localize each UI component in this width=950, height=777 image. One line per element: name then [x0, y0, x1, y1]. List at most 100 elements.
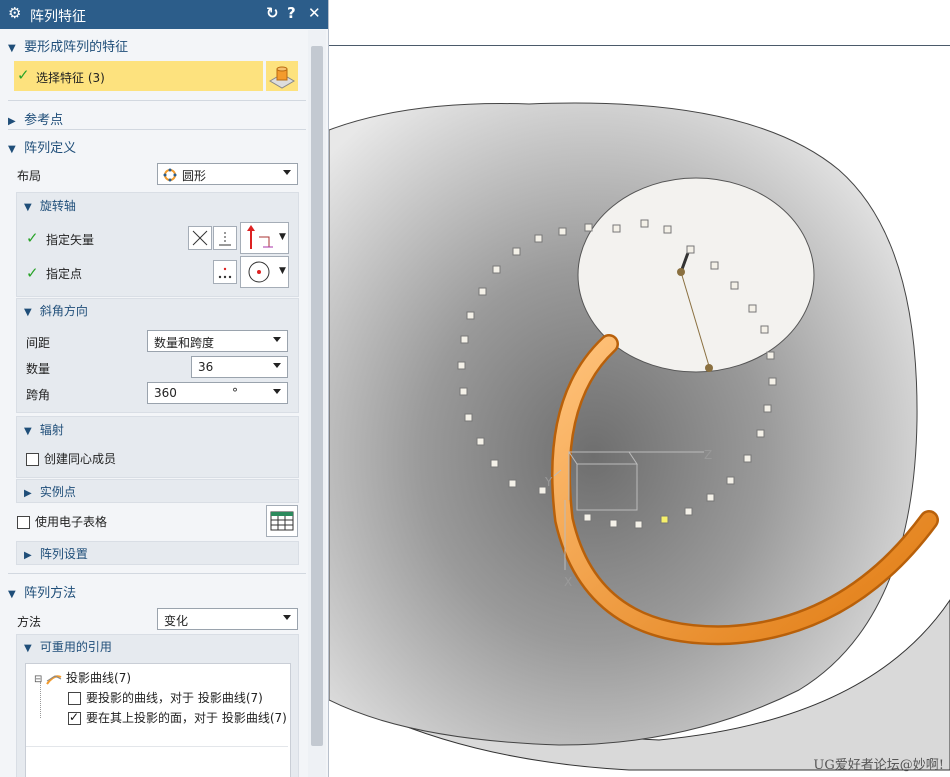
vector-direction-button[interactable]	[240, 222, 278, 254]
count-input[interactable]: 36	[191, 356, 288, 378]
section-define-header[interactable]: ▼ 阵列定义	[8, 137, 306, 156]
reusable-header[interactable]: ▼ 可重用的引用	[24, 638, 322, 655]
chevron-right-icon: ▶	[8, 116, 16, 127]
tree-item2-label: 要在其上投影的面，对于 投影曲线(7)	[86, 711, 287, 725]
vector-icon	[192, 230, 208, 246]
check-icon: ✓	[26, 229, 39, 247]
spreadsheet-button[interactable]	[266, 505, 298, 537]
dialog-title: 阵列特征	[30, 9, 86, 25]
spacing-label: 间距	[26, 336, 51, 350]
divider	[8, 100, 306, 101]
span-value: 360	[154, 386, 177, 400]
divider	[8, 573, 306, 574]
spacing-value: 数量和跨度	[154, 336, 215, 350]
concentric-checkbox[interactable]: 创建同心成员	[26, 450, 116, 467]
close-button[interactable]: ✕	[308, 4, 321, 22]
checkbox-checked-icon	[68, 710, 81, 725]
instance-title: 实例点	[39, 485, 76, 499]
radial-header[interactable]: ▼ 辐射	[24, 421, 322, 438]
check-icon: ✓	[26, 264, 39, 282]
pitch-header[interactable]: ▼ 斜角方向	[24, 302, 322, 319]
reverse-direction-icon	[247, 225, 273, 249]
dialog-titlebar: ⚙ 阵列特征 ↻ ? ✕	[0, 0, 328, 29]
table-icon	[270, 511, 294, 531]
span-unit: °	[232, 386, 238, 400]
section-features-header[interactable]: ▼ 要形成阵列的特征	[8, 36, 306, 55]
divider	[26, 746, 288, 747]
count-label: 数量	[26, 362, 51, 376]
model-scene: Z Y X	[329, 102, 950, 771]
reset-button[interactable]: ↻	[266, 4, 279, 22]
tree-line	[40, 682, 42, 718]
select-feature-label: 选择特征 (3)	[36, 71, 105, 85]
axis-x-label: X	[564, 575, 572, 589]
concentric-label: 创建同心成员	[44, 452, 117, 466]
divider	[8, 129, 306, 130]
chevron-down-icon: ▼	[8, 144, 16, 155]
section-ref-title: 参考点	[24, 113, 64, 128]
point-menu-button[interactable]: ▼	[277, 256, 289, 288]
dropdown-arrow-icon	[273, 337, 281, 342]
dropdown-arrow-icon: ▼	[279, 266, 286, 276]
instance-header[interactable]: ▶ 实例点	[24, 483, 322, 500]
dropdown-arrow-icon	[283, 170, 291, 175]
layout-select[interactable]: 圆形	[157, 163, 298, 185]
chevron-down-icon: ▼	[24, 643, 32, 654]
point-icon	[218, 267, 232, 279]
dropdown-arrow-icon	[273, 389, 281, 394]
axis-y-label: Y	[544, 475, 553, 489]
axis-z-label: Z	[704, 448, 712, 462]
vector-label: 指定矢量	[46, 233, 95, 247]
point-label: 指定点	[46, 267, 83, 281]
center-point	[677, 268, 685, 276]
section-features-title: 要形成阵列的特征	[24, 40, 129, 55]
tree-root-label: 投影曲线(7)	[66, 671, 132, 685]
span-input[interactable]: 360 °	[147, 382, 288, 404]
method-value: 变化	[164, 614, 189, 628]
vector-menu-button[interactable]: ▼	[277, 222, 289, 254]
point-dialog-button[interactable]	[213, 260, 237, 284]
select-feature-row[interactable]: ✓ 选择特征 (3)	[14, 61, 263, 91]
dialog-scrollbar[interactable]	[308, 30, 326, 777]
chevron-down-icon: ▼	[8, 43, 16, 54]
rot-axis-title: 旋转轴	[39, 199, 76, 213]
span-label: 跨角	[26, 388, 51, 402]
chevron-right-icon: ▶	[24, 488, 32, 499]
spacing-select[interactable]: 数量和跨度	[147, 330, 288, 352]
check-icon: ✓	[17, 66, 30, 84]
section-ref-header[interactable]: ▶ 参考点	[8, 109, 306, 128]
tree-item-curves[interactable]: 要投影的曲线，对于 投影曲线(7)	[68, 689, 263, 706]
inferred-vector-button[interactable]	[213, 226, 237, 250]
reusable-title: 可重用的引用	[39, 640, 112, 654]
count-value: 36	[198, 360, 214, 374]
pitch-title: 斜角方向	[39, 304, 88, 318]
reusable-tree[interactable]: ⊟ 投影曲线(7) 要投影的曲线，对于 投影曲线(7) 要在其上投影的面，对于 …	[25, 663, 291, 777]
spreadsheet-checkbox[interactable]: 使用电子表格	[17, 513, 107, 530]
section-define-title: 阵列定义	[24, 141, 77, 156]
rot-axis-header[interactable]: ▼ 旋转轴	[24, 197, 322, 214]
chevron-right-icon: ▶	[24, 550, 32, 561]
tree-root[interactable]: ⊟ 投影曲线(7)	[34, 669, 131, 686]
projected-curve-icon	[46, 674, 62, 685]
circle-center-icon	[248, 261, 270, 283]
point-type-button[interactable]	[240, 256, 278, 288]
section-method-header[interactable]: ▼ 阵列方法	[8, 582, 306, 601]
spreadsheet-label: 使用电子表格	[35, 515, 108, 529]
circular-layout-icon	[163, 168, 177, 182]
chevron-down-icon: ▼	[24, 307, 32, 318]
section-method-title: 阵列方法	[24, 586, 77, 601]
method-label: 方法	[17, 615, 42, 629]
vector-dialog-button[interactable]	[188, 226, 212, 250]
help-button[interactable]: ?	[287, 4, 296, 22]
checkbox-icon	[26, 453, 39, 466]
settings-header[interactable]: ▶ 阵列设置	[24, 545, 322, 562]
feature-cylinder-icon	[269, 66, 295, 89]
chevron-down-icon: ▼	[24, 202, 32, 213]
feature-select-button[interactable]	[266, 61, 298, 91]
graphics-viewport[interactable]: Z Y X UG爱好者论坛@妙啊!	[329, 0, 950, 777]
gear-icon: ⚙	[8, 4, 22, 22]
tree-item-faces[interactable]: 要在其上投影的面，对于 投影曲线(7)	[68, 709, 287, 726]
chevron-down-icon: ▼	[24, 426, 32, 437]
inferred-vector-icon	[219, 232, 231, 246]
method-select[interactable]: 变化	[157, 608, 298, 630]
